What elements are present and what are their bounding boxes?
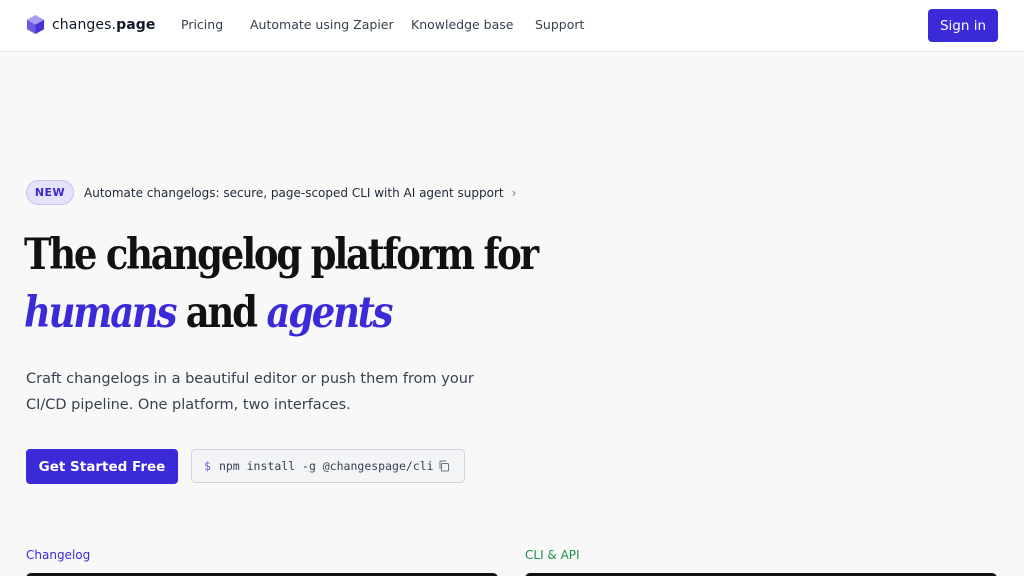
headline-and: and bbox=[185, 288, 258, 338]
top-navbar: changes.page Pricing Automate using Zapi… bbox=[0, 0, 1024, 52]
changelog-section-label: Changelog bbox=[26, 548, 91, 562]
hero-headline: The changelog platform for humans and ag… bbox=[24, 226, 539, 342]
hero-subtitle: Craft changelogs in a beautiful editor o… bbox=[26, 371, 474, 413]
nav-link-pricing[interactable]: Pricing bbox=[181, 17, 223, 32]
brand-name: changes.page bbox=[52, 16, 156, 33]
chevron-right-icon: › bbox=[511, 185, 517, 200]
install-command-text: npm install -g @changespage/cli bbox=[218, 459, 434, 473]
announcement-banner[interactable]: NEW Automate changelogs: secure, page-sc… bbox=[26, 180, 516, 205]
command-prompt: $ bbox=[204, 459, 211, 473]
copy-icon[interactable] bbox=[438, 460, 450, 472]
nav-link-support[interactable]: Support bbox=[535, 17, 584, 32]
brand-logo[interactable]: changes.page bbox=[26, 14, 155, 35]
headline-agents: agents bbox=[266, 288, 393, 338]
install-command-box[interactable]: $ npm install -g @changespage/cli bbox=[191, 449, 465, 483]
nav-link-zapier[interactable]: Automate using Zapier bbox=[250, 17, 394, 32]
sign-in-button[interactable]: Sign in bbox=[928, 9, 998, 42]
nav-link-knowledge-base[interactable]: Knowledge base bbox=[411, 17, 513, 32]
cube-logo-icon bbox=[26, 15, 45, 34]
headline-humans: humans bbox=[24, 288, 177, 338]
get-started-button[interactable]: Get Started Free bbox=[26, 449, 178, 484]
new-badge: NEW bbox=[26, 180, 74, 205]
announcement-text[interactable]: Automate changelogs: secure, page-scoped… bbox=[84, 186, 504, 200]
cli-api-section-label: CLI & API bbox=[525, 548, 580, 562]
headline-line-1: The changelog platform for bbox=[24, 230, 539, 280]
